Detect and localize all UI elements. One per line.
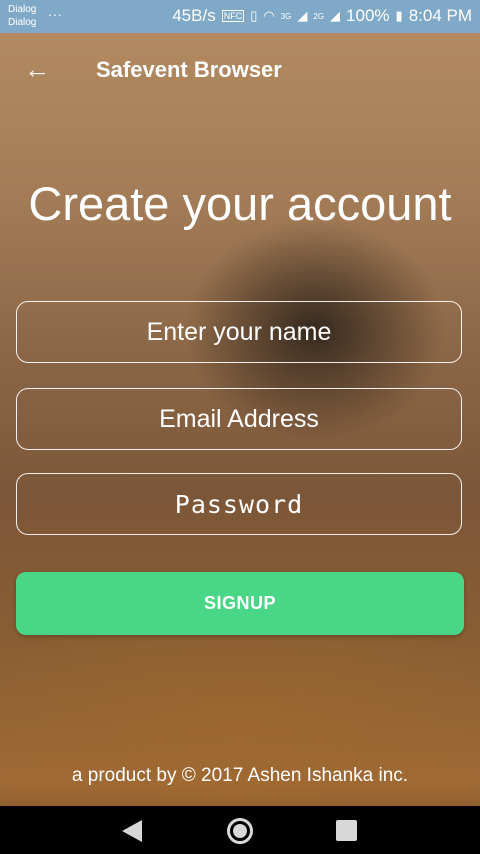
overflow-notifications: ...: [48, 3, 63, 19]
carrier-2: Dialog: [8, 17, 37, 28]
carrier-1: Dialog: [8, 4, 37, 15]
vibrate-icon: ▯: [250, 8, 258, 23]
wifi-icon: ◠: [263, 8, 275, 23]
arrow-left-icon[interactable]: ←: [22, 55, 52, 85]
battery-level: 100%: [346, 6, 390, 25]
nfc-icon: NFC: [221, 10, 245, 22]
footer-credit: a product by © 2017 Ashen Ishanka inc.: [71, 765, 409, 786]
app-title: Safevent Browser: [96, 57, 282, 82]
signal-3g-label: 3G: [280, 11, 292, 21]
nav-back-icon[interactable]: [122, 820, 142, 842]
net-speed: 45B/s: [172, 6, 216, 25]
signal-3g-icon: ◢: [297, 8, 308, 23]
signup-button[interactable]: SIGNUP: [16, 572, 464, 635]
status-indicators: 45B/s NFC ▯ ◠ 3G ◢ 2G ◢ 100% ▮ 8:04 PM: [172, 6, 472, 26]
clock: 8:04 PM: [408, 6, 472, 25]
system-nav-bar: [0, 806, 480, 854]
nav-recents-icon[interactable]: [336, 820, 357, 841]
name-input[interactable]: [16, 301, 462, 363]
battery-icon: ▮: [395, 8, 403, 23]
app-bar: ← Safevent Browser: [0, 33, 480, 107]
status-bar: Dialog Dialog ... 45B/s NFC ▯ ◠ 3G ◢ 2G …: [0, 0, 480, 33]
carrier-names: Dialog Dialog: [8, 3, 36, 29]
signal-2g-icon: ◢: [330, 8, 341, 23]
signal-2g-label: 2G: [313, 11, 325, 21]
page-title: Create your account: [28, 177, 452, 230]
nav-home-icon[interactable]: [227, 818, 253, 844]
email-input[interactable]: [16, 388, 462, 450]
password-input[interactable]: [16, 473, 462, 535]
